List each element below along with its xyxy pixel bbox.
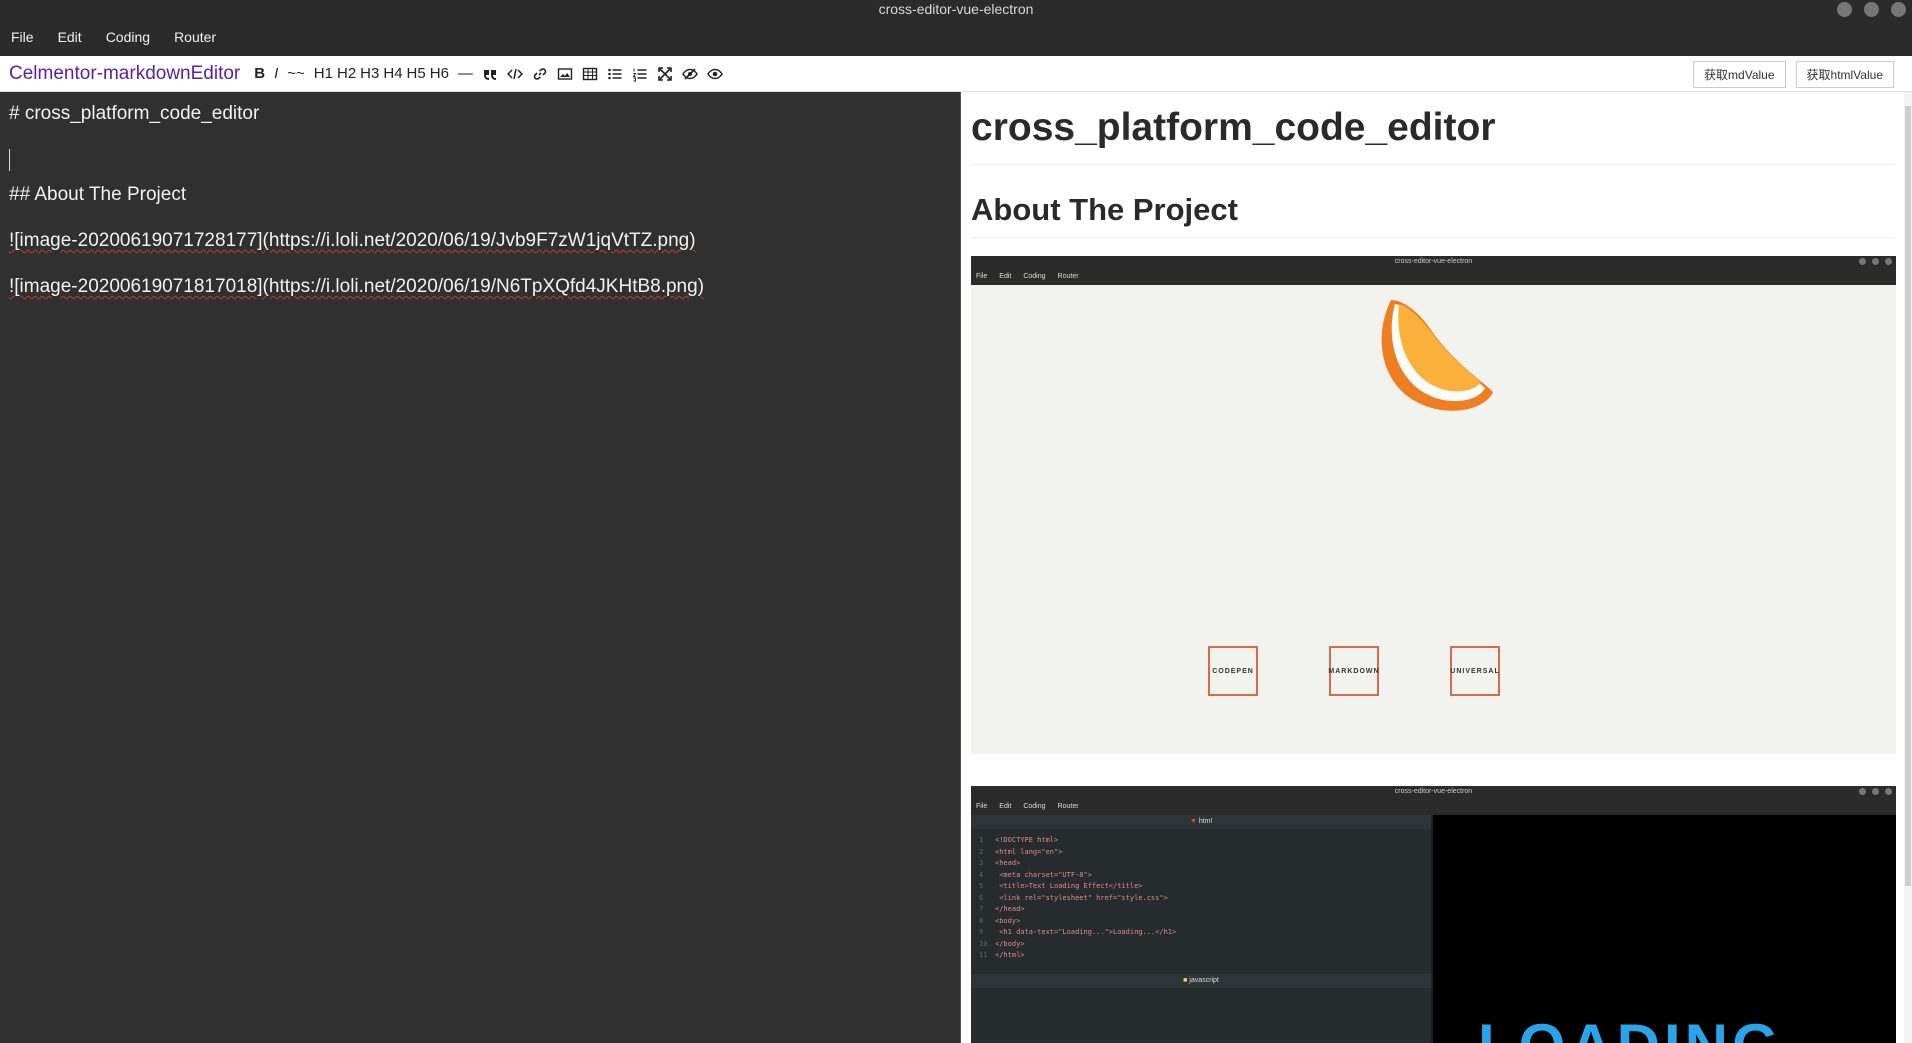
h4-button[interactable]: H4 bbox=[383, 65, 402, 82]
markdown-editor[interactable]: # cross_platform_code_editor ## About Th… bbox=[0, 92, 960, 1043]
preview-image-2: cross-editor-vue-electron File Edit Codi… bbox=[971, 786, 1896, 1043]
clementine-logo-icon bbox=[1381, 300, 1493, 411]
h6-button[interactable]: H6 bbox=[430, 65, 449, 82]
window-titlebar: cross-editor-vue-electron bbox=[0, 0, 1912, 18]
text-cursor bbox=[9, 148, 10, 171]
shot-output-pane: LOADING bbox=[1433, 815, 1896, 1043]
shot-menu-item: Coding bbox=[1023, 272, 1046, 280]
feature-codepen-button: CODEPEN bbox=[1208, 646, 1258, 696]
bold-button[interactable]: B bbox=[254, 65, 265, 82]
editor-brand: Celmentor-markdownEditor bbox=[9, 62, 241, 84]
h2-button[interactable]: H2 bbox=[337, 65, 356, 82]
get-html-value-button[interactable]: 获取htmlValue bbox=[1795, 61, 1894, 88]
html5-icon: ▼ bbox=[1189, 818, 1197, 825]
shot-js-tab: ■ javascript bbox=[971, 974, 1431, 988]
horizontal-rule-button[interactable]: — bbox=[458, 65, 473, 82]
shot-html-tab: ▼ html bbox=[971, 815, 1431, 829]
menu-coding[interactable]: Coding bbox=[106, 29, 150, 45]
markdown-preview: cross_platform_code_editor About The Pro… bbox=[961, 92, 1912, 1043]
get-md-value-button[interactable]: 获取mdValue bbox=[1693, 61, 1786, 88]
feature-markdown-button: MARKDOWN bbox=[1328, 646, 1379, 696]
feature-universal-button: UNIVERSAL bbox=[1450, 646, 1500, 696]
editor-toolbar: Celmentor-markdownEditor B I ~~ H1 H2 H3… bbox=[0, 56, 1912, 92]
quote-icon[interactable] bbox=[482, 66, 498, 82]
editor-line: # cross_platform_code_editor bbox=[9, 103, 260, 124]
menu-router[interactable]: Router bbox=[174, 29, 216, 45]
editor-line: ![image-20200619071728177](https://i.lol… bbox=[9, 230, 696, 251]
editor-line: ![image-20200619071817018](https://i.lol… bbox=[9, 276, 705, 297]
preview-scroll-thumb[interactable] bbox=[1905, 106, 1911, 886]
maximize-button[interactable] bbox=[1864, 2, 1879, 17]
shot-menu-item: Router bbox=[1057, 802, 1079, 810]
menu-edit[interactable]: Edit bbox=[58, 29, 82, 45]
close-button[interactable] bbox=[1891, 2, 1906, 17]
preview-heading-2: About The Project bbox=[971, 192, 1238, 227]
preview-heading-1: cross_platform_code_editor bbox=[971, 106, 1496, 149]
fullscreen-icon[interactable] bbox=[657, 66, 673, 82]
javascript-icon: ■ bbox=[1183, 977, 1188, 984]
shot-title: cross-editor-vue-electron bbox=[971, 256, 1896, 267]
shot-window-controls bbox=[1859, 258, 1892, 265]
window-controls bbox=[1837, 2, 1906, 17]
shot-menu-item: Edit bbox=[999, 802, 1012, 810]
shot-window-controls bbox=[1859, 788, 1892, 795]
minimize-button[interactable] bbox=[1837, 2, 1852, 17]
hide-preview-icon[interactable] bbox=[682, 66, 698, 82]
editor-line bbox=[9, 148, 951, 172]
shot-code-body: 1 <!DOCTYPE html> 2 <html lang="en"> 3 <hea… bbox=[979, 836, 1177, 959]
shot-menu-item: File bbox=[976, 272, 988, 280]
preview-image-1: cross-editor-vue-electron File Edit Codi… bbox=[971, 256, 1896, 754]
menu-file[interactable]: File bbox=[11, 29, 34, 45]
h5-button[interactable]: H5 bbox=[407, 65, 426, 82]
ordered-list-icon[interactable] bbox=[632, 66, 648, 82]
heading-rule bbox=[971, 237, 1895, 238]
menu-bar: File Edit Coding Router bbox=[0, 18, 1912, 56]
shot-code-pane: ▼ html 1 <!DOCTYPE html> 2 <html lang="en"… bbox=[971, 815, 1431, 1043]
shot-menu: File Edit Coding Router bbox=[971, 267, 1896, 285]
table-icon[interactable] bbox=[582, 66, 598, 82]
link-icon[interactable] bbox=[532, 66, 548, 82]
italic-button[interactable]: I bbox=[274, 65, 278, 82]
h3-button[interactable]: H3 bbox=[360, 65, 379, 82]
strikethrough-button[interactable]: ~~ bbox=[287, 65, 305, 82]
toolbar-actions: 获取mdValue 获取htmlValue bbox=[1693, 61, 1894, 88]
preview-scrollbar[interactable] bbox=[1904, 92, 1912, 1043]
shot-title: cross-editor-vue-electron bbox=[971, 786, 1896, 797]
code-icon[interactable] bbox=[506, 66, 523, 82]
preview-eye-icon[interactable] bbox=[707, 66, 723, 82]
shot-menu-item: Router bbox=[1057, 272, 1079, 280]
unordered-list-icon[interactable] bbox=[607, 66, 623, 82]
shot-menu: File Edit Coding Router bbox=[971, 797, 1896, 815]
editor-line: ## About The Project bbox=[9, 184, 187, 205]
h1-button[interactable]: H1 bbox=[314, 65, 333, 82]
shot-menu-item: Edit bbox=[999, 272, 1012, 280]
heading-rule bbox=[971, 164, 1895, 165]
image-icon[interactable] bbox=[557, 66, 573, 82]
shot-menu-item: Coding bbox=[1023, 802, 1046, 810]
shot-menu-item: File bbox=[976, 802, 988, 810]
window-title: cross-editor-vue-electron bbox=[878, 1, 1034, 17]
shot-output-text: LOADING bbox=[1478, 1011, 1783, 1043]
